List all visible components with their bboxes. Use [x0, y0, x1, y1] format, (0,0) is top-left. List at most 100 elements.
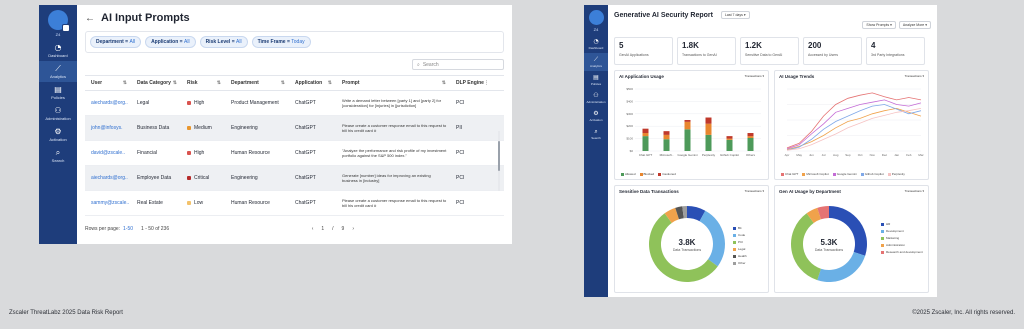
table-scrollbar[interactable] [498, 131, 500, 191]
column-header-department[interactable]: Department ⇅ [225, 80, 289, 86]
column-header-application[interactable]: Application ⇅ [289, 80, 336, 86]
show-prompts-button[interactable]: Show Prompts ▾ [862, 21, 896, 29]
table-row[interactable]: aiechards@org.. Employee Data Critical Engi… [85, 166, 504, 191]
legend-item-research-and-development[interactable]: Research and development [881, 250, 923, 254]
sort-icon[interactable]: ⇅ [217, 80, 221, 86]
back-arrow-icon[interactable]: ← [85, 13, 95, 24]
panel-dropdown[interactable]: Transactions ▾ [905, 189, 924, 193]
legend-item-health[interactable]: Health [733, 254, 747, 258]
legend-item-bit[interactable]: Bit [733, 226, 747, 230]
current-page[interactable]: 1 [321, 226, 324, 232]
sidebar-item-dashboard[interactable]: ◔ Dashboard [39, 40, 77, 61]
filter-chip-time-frame[interactable]: Time Frame = Today [251, 36, 311, 48]
panel-dropdown[interactable]: Transactions ▾ [745, 74, 764, 78]
legend-label: Github Copilot [864, 172, 884, 176]
legend-swatch [781, 172, 784, 176]
panel-dropdown[interactable]: Transactions ▾ [745, 189, 764, 193]
legend-item-legal[interactable]: Legal [733, 247, 747, 251]
table-row[interactable]: sammy@zscale.. Real Estate Low Human Resour… [85, 191, 504, 216]
table-row[interactable]: david@zscale.. Financial High Human Resourc… [85, 141, 504, 166]
legend-item-github-copilot[interactable]: Github Copilot [860, 172, 884, 176]
column-header-prompt[interactable]: Prompt ⇅ [336, 80, 450, 86]
slice-development [817, 252, 866, 282]
sidebar-item-policies[interactable]: ▤ Policies [39, 82, 77, 103]
legend-item-allowed[interactable]: Allowed [621, 172, 636, 176]
legend-item-other[interactable]: Other [733, 261, 747, 265]
sidebar-item-dashboard[interactable]: ◔ Dashboard [584, 35, 608, 53]
application: ChatGPT [295, 100, 316, 106]
sidebar-item-analytics[interactable]: ⟋ Analytics [39, 61, 77, 82]
panel-dropdown[interactable]: Transactions ▾ [905, 74, 924, 78]
sensitive-donut-chart: 3.8KData Transactions [649, 206, 726, 282]
prompt-text: "Analyze the performance and risk profil… [342, 147, 447, 159]
filter-chip-risk-level[interactable]: Risk Level = All [199, 36, 248, 48]
x-tick-label: Jan [894, 153, 899, 157]
sidebar-item-activation[interactable]: ⚙ Activation [584, 107, 608, 125]
sidebar-item-administration[interactable]: ⚇ Administration [584, 89, 608, 107]
user-link[interactable]: john@infosys. [85, 125, 131, 131]
x-tick-label: Dec [882, 153, 888, 157]
sort-icon[interactable]: ⇅ [281, 80, 285, 86]
filter-chip-department[interactable]: Department = All [90, 36, 142, 48]
search-icon: ⌕ [417, 61, 420, 68]
table-row[interactable]: aiechards@org.. Legal High Product Manageme… [85, 91, 504, 116]
filter-chip-application[interactable]: Application = All [145, 36, 196, 48]
sidebar-item-label: Policies [590, 82, 602, 86]
rows-per-page-select[interactable]: 1-50 [123, 226, 133, 232]
legend-item-hr[interactable]: HR [881, 222, 923, 226]
legend-swatch [733, 226, 736, 230]
sidebar-item-analytics[interactable]: ⟋ Analytics [584, 53, 608, 71]
legend-item-microsoft-copilot[interactable]: Microsoft Copilot [802, 172, 829, 176]
column-label: Application [295, 80, 323, 86]
user-link[interactable]: aiechards@org.. [85, 100, 131, 106]
search-icon: ⌕ [55, 148, 61, 157]
legend-item-cautioned[interactable]: Cautioned [658, 172, 676, 176]
legend-item-development[interactable]: Development [881, 229, 923, 233]
user-link[interactable]: david@zscale.. [85, 150, 131, 156]
sidebar-item-search[interactable]: ⌕ Search [39, 145, 77, 166]
legend-swatch [802, 172, 806, 176]
legend-item-google-gemini[interactable]: Google Gemini [832, 172, 857, 176]
x-tick-label: Others [746, 153, 756, 157]
timeframe-dropdown[interactable]: Last 7 days ▾ [720, 11, 750, 19]
legend-item-code[interactable]: Code [733, 233, 747, 237]
sidebar-item-policies[interactable]: ▤ Policies [584, 71, 608, 89]
more-options-icon[interactable]: ⋮ [484, 80, 489, 86]
sort-icon[interactable]: ⇅ [173, 80, 177, 86]
sidebar-item-activation[interactable]: ⚙ Activation [39, 124, 77, 145]
table-row[interactable]: john@infosys. Business Data Medium Engineer… [85, 116, 504, 141]
bar-blocked-others [747, 136, 754, 138]
sort-icon[interactable]: ⇅ [328, 80, 332, 86]
legend-label: Marketing [886, 236, 900, 240]
legend-item-administration[interactable]: Administration [881, 243, 923, 247]
sort-icon[interactable]: ⇅ [442, 80, 446, 86]
column-label: Department [231, 80, 259, 86]
user-link[interactable]: sammy@zscale.. [85, 200, 131, 206]
analyze-more-button[interactable]: Analyze More ▾ [898, 21, 931, 29]
next-page-button[interactable]: › [352, 226, 354, 232]
scrollbar-thumb[interactable] [498, 141, 500, 171]
sidebar-item-label: Analytics [49, 74, 66, 79]
column-header-user[interactable]: User ⇅ [85, 80, 131, 86]
filter-bar: Department = All Application = All Risk Le… [85, 31, 504, 53]
prev-page-button[interactable]: ‹ [312, 226, 314, 232]
prompts-table: User ⇅ Data Category ⇅ Risk ⇅ Department ⇅ Appli… [85, 75, 504, 216]
column-header-risk[interactable]: Risk ⇅ [181, 80, 225, 86]
column-header-data-category[interactable]: Data Category ⇅ [131, 80, 181, 86]
sidebar-item-administration[interactable]: ⚇ Administration [39, 103, 77, 124]
sidebar-item-search[interactable]: ⌕ Search [584, 125, 608, 143]
column-header-dlp-engine[interactable]: DLP Engine ⋮ [450, 80, 493, 86]
legend-item-chat-gpt[interactable]: Chat GPT [781, 172, 798, 176]
sort-icon[interactable]: ⇅ [123, 80, 127, 86]
legend-label: Bit [738, 226, 742, 230]
search-input[interactable]: ⌕ Search [412, 59, 504, 70]
legend-item-pci[interactable]: PCI [733, 240, 747, 244]
user-link[interactable]: aiechards@org.. [85, 175, 131, 181]
legend-item-perplexity[interactable]: Perplexity [887, 172, 905, 176]
legend-label: HR [886, 222, 891, 226]
legend-item-marketing[interactable]: Marketing [881, 236, 923, 240]
legend-item-blocked[interactable]: Blocked [639, 172, 654, 176]
legend-label: Cautioned [662, 172, 676, 176]
bar-blocked-github-copilot [726, 138, 733, 140]
legend-swatch [881, 250, 884, 254]
